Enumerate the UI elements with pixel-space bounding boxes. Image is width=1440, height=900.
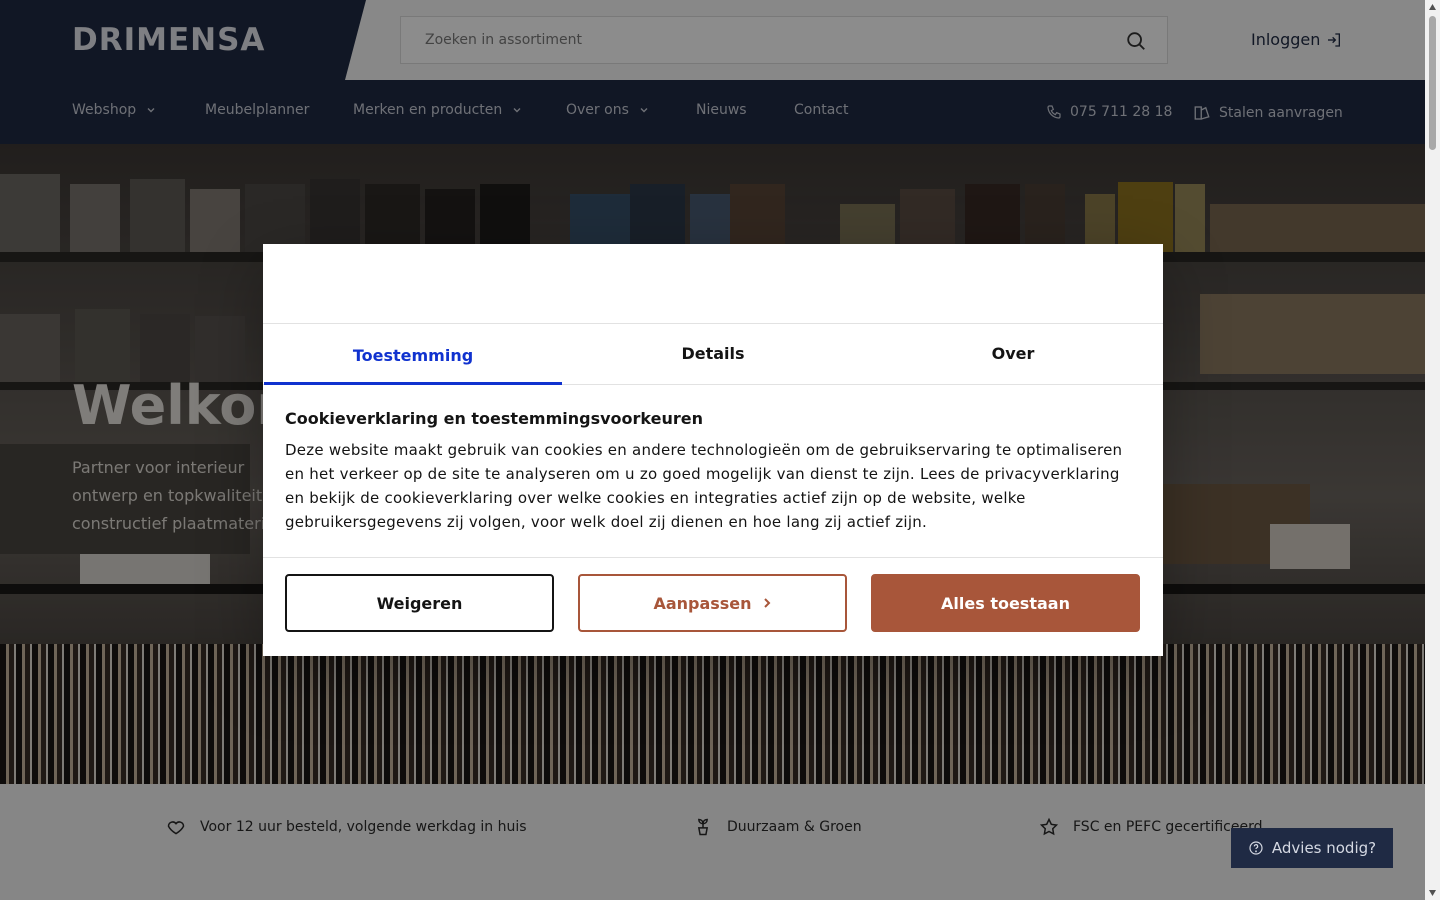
cookie-consent-dialog: Toestemming Details Over Cookieverklarin…	[263, 244, 1163, 656]
dialog-heading: Cookieverklaring en toestemmingsvoorkeur…	[285, 409, 703, 428]
scroll-down-icon[interactable]	[1428, 889, 1437, 897]
dialog-text: Deze website maakt gebruik van cookies e…	[285, 441, 1123, 531]
refuse-button[interactable]: Weigeren	[285, 574, 554, 632]
dialog-buttons: Weigeren Aanpassen Alles toestaan	[263, 558, 1163, 648]
dialog-tabs: Toestemming Details Over	[263, 324, 1163, 385]
customize-button[interactable]: Aanpassen	[578, 574, 847, 632]
customize-label: Aanpassen	[653, 593, 752, 613]
scroll-up-icon[interactable]	[1428, 3, 1437, 11]
advice-label: Advies nodig?	[1271, 839, 1377, 857]
tab-over[interactable]: Over	[863, 324, 1163, 384]
chevron-right-icon	[763, 598, 770, 608]
advice-button[interactable]: Advies nodig?	[1231, 828, 1393, 868]
help-icon	[1249, 841, 1263, 855]
allow-all-button[interactable]: Alles toestaan	[871, 574, 1140, 632]
scrollbar-thumb[interactable]	[1429, 16, 1436, 150]
dialog-body: Cookieverklaring en toestemmingsvoorkeur…	[263, 385, 1163, 558]
tab-details[interactable]: Details	[563, 324, 863, 384]
dialog-header	[263, 244, 1163, 324]
tab-toestemming[interactable]: Toestemming	[263, 324, 563, 385]
page-scrollbar[interactable]	[1425, 0, 1440, 900]
allow-all-label: Alles toestaan	[941, 593, 1070, 613]
refuse-label: Weigeren	[376, 593, 463, 613]
